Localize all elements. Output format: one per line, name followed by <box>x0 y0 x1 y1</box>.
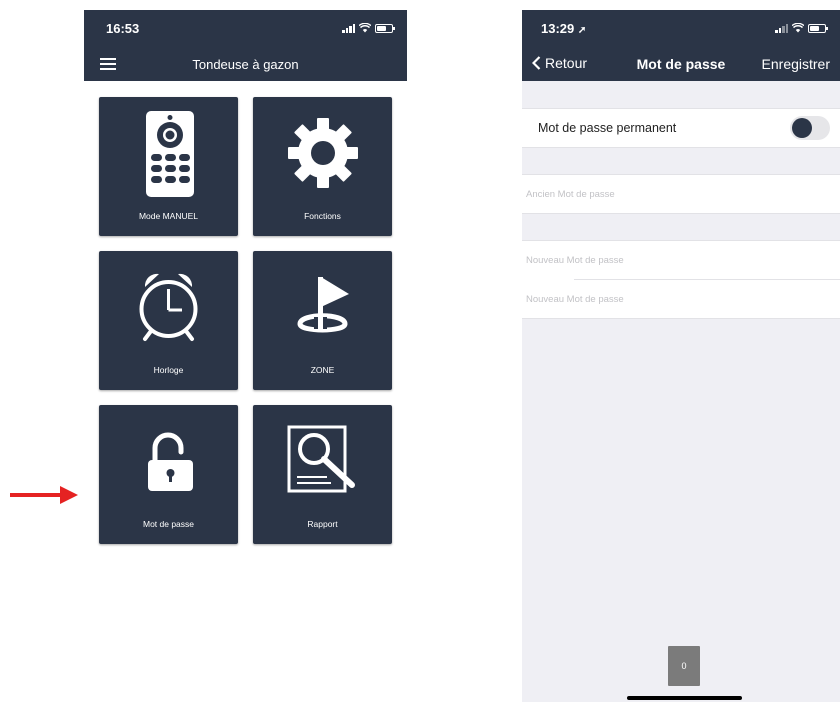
permanent-password-toggle[interactable] <box>790 116 830 140</box>
status-time: 16:53 <box>106 21 140 36</box>
back-button[interactable]: Retour <box>532 55 587 71</box>
tile-label: ZONE <box>310 365 335 375</box>
home-indicator[interactable] <box>627 696 742 700</box>
battery-icon <box>808 24 828 33</box>
new-password-input[interactable] <box>526 242 838 278</box>
tile-zone[interactable]: ZONE <box>253 251 392 390</box>
tile-rapport[interactable]: Rapport <box>253 405 392 544</box>
divider <box>574 279 840 280</box>
new-password-group <box>522 240 840 319</box>
page-title: Tondeuse à gazon <box>192 57 299 72</box>
status-bar: 16:53 <box>84 10 407 48</box>
toggle-knob <box>792 118 812 138</box>
status-icons <box>775 23 828 33</box>
tile-horloge[interactable]: Horloge <box>99 251 238 390</box>
tile-label: Fonctions <box>304 211 341 221</box>
battery-icon <box>375 24 395 33</box>
nav-bar: Tondeuse à gazon <box>84 48 407 81</box>
tile-label: Rapport <box>307 519 338 529</box>
wifi-icon <box>792 23 804 33</box>
chevron-left-icon <box>532 56 541 70</box>
tile-label: Mode MANUEL <box>138 211 199 221</box>
wifi-icon <box>359 23 371 33</box>
status-time: 13:29 ➚ <box>541 21 587 36</box>
red-arrow-icon <box>10 486 78 504</box>
tile-mot-de-passe[interactable]: Mot de passe <box>99 405 238 544</box>
counter-badge[interactable]: 0 <box>668 646 700 686</box>
signal-icon <box>342 24 355 33</box>
save-button[interactable]: Enregistrer <box>762 56 830 72</box>
tile-label: Mot de passe <box>142 519 195 529</box>
home-screen: 16:53 Tondeuse à gazon Mode MANUEL Fonct… <box>84 10 407 702</box>
location-arrow-icon: ➚ <box>577 25 587 36</box>
tile-label: Horloge <box>153 365 184 375</box>
confirm-password-input[interactable] <box>526 281 838 317</box>
permanent-password-row: Mot de passe permanent <box>522 108 840 148</box>
nav-bar: Retour Mot de passe Enregistrer <box>522 48 840 81</box>
old-password-row <box>522 174 840 214</box>
status-bar: 13:29 ➚ <box>522 10 840 48</box>
old-password-input[interactable] <box>526 176 838 212</box>
status-icons <box>342 23 395 33</box>
tile-fonctions[interactable]: Fonctions <box>253 97 392 236</box>
tile-mode-manuel[interactable]: Mode MANUEL <box>99 97 238 236</box>
signal-icon <box>775 24 788 33</box>
password-screen: 13:29 ➚ Retour Mot de passe Enregistrer … <box>522 10 840 702</box>
back-label: Retour <box>545 55 588 71</box>
permanent-password-label: Mot de passe permanent <box>538 121 677 135</box>
